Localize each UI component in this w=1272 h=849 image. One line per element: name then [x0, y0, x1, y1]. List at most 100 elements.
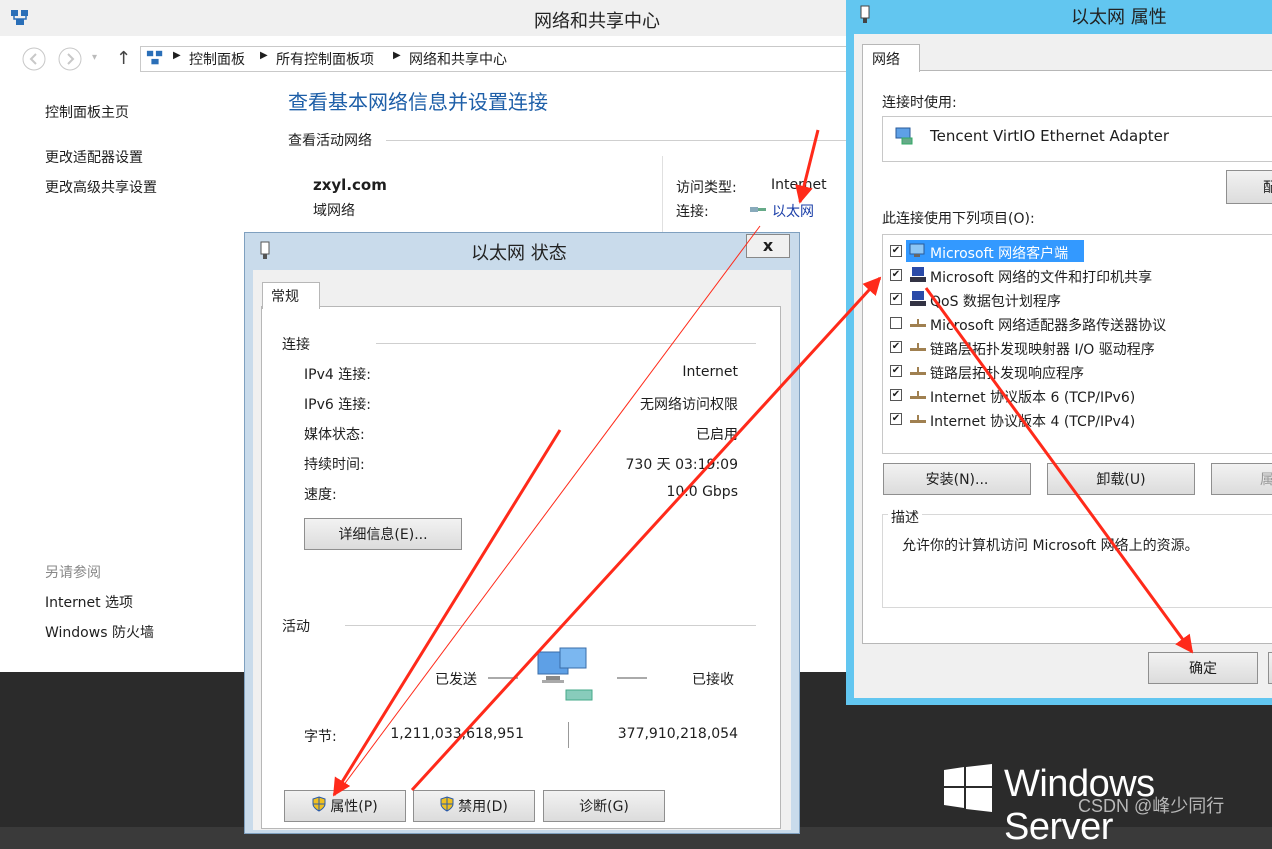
access-type-value: Internet [771, 177, 827, 193]
breadcrumb-all-items[interactable]: 所有控制面板项 [276, 49, 374, 69]
tab-network[interactable]: 网络 [862, 44, 920, 72]
item-lltd-mapper[interactable]: 链路层拓扑发现映射器 I/O 驱动程序 [930, 339, 1155, 359]
item-file-printer-sharing[interactable]: Microsoft 网络的文件和打印机共享 [930, 267, 1152, 287]
sidebar-control-panel-home[interactable]: 控制面板主页 [45, 102, 129, 122]
speed-value: 10.0 Gbps [666, 484, 738, 500]
status-tab-panel [261, 306, 781, 829]
protocol-icon [908, 316, 928, 334]
properties-dialog-title: 以太网 属性 [1071, 7, 1167, 28]
section-divider [345, 625, 756, 626]
item-checkbox[interactable]: ✔ [890, 341, 902, 353]
see-also-internet-options[interactable]: Internet 选项 [45, 592, 133, 612]
description-group [882, 514, 1272, 608]
page-heading: 查看基本网络信息并设置连接 [288, 90, 548, 114]
bytes-sent-value: 1,211,033,618,951 [390, 726, 524, 742]
connection-label: 连接: [676, 204, 709, 220]
description-label: 描述 [888, 507, 922, 527]
back-button[interactable] [22, 47, 46, 75]
breadcrumb-control-panel[interactable]: 控制面板 [189, 49, 245, 69]
sidebar-change-adapter-settings[interactable]: 更改适配器设置 [45, 147, 143, 167]
media-state-label: 媒体状态: [304, 427, 365, 443]
see-also-label: 另请参阅 [45, 565, 101, 581]
share-icon [908, 266, 928, 288]
details-button[interactable]: 详细信息(E)... [304, 518, 462, 550]
section-divider [386, 140, 846, 141]
ethernet-connection-link[interactable]: 以太网 [772, 201, 814, 221]
network-type: 域网络 [313, 203, 355, 219]
shield-icon [440, 796, 454, 816]
duration-label: 持续时间: [304, 457, 365, 473]
active-networks-label: 查看活动网络 [288, 133, 372, 149]
configure-button[interactable]: 配 [1226, 170, 1272, 204]
speed-label: 速度: [304, 487, 337, 503]
breadcrumb-separator-icon: ▶ [393, 50, 401, 61]
network-center-app-icon [10, 8, 30, 32]
ok-button[interactable]: 确定 [1148, 652, 1258, 684]
item-ms-client[interactable]: Microsoft 网络客户端 [930, 243, 1068, 263]
tab-general-label: 常规 [271, 289, 299, 305]
see-also-windows-firewall[interactable]: Windows 防火墙 [45, 622, 154, 642]
tab-network-label: 网络 [872, 52, 900, 68]
item-checkbox[interactable]: ✔ [890, 245, 902, 257]
item-checkbox[interactable]: ✔ [890, 365, 902, 377]
diagnose-button[interactable]: 诊断(G) [543, 790, 665, 822]
item-lltd-responder[interactable]: 链路层拓扑发现响应程序 [930, 363, 1084, 383]
item-properties-button[interactable]: 属 [1211, 463, 1272, 495]
media-state-value: 已启用 [696, 427, 738, 443]
network-activity-icon [536, 646, 598, 712]
breadcrumb-separator-icon: ▶ [173, 50, 181, 61]
bytes-received-value: 377,910,218,054 [617, 726, 738, 742]
ipv6-value: 无网络访问权限 [640, 397, 738, 413]
description-text: 允许你的计算机访问 Microsoft 网络上的资源。 [902, 538, 1199, 554]
network-center-title: 网络和共享中心 [534, 11, 660, 32]
section-divider [376, 343, 756, 344]
breadcrumb-network-center[interactable]: 网络和共享中心 [409, 49, 507, 69]
breadcrumb-separator-icon: ▶ [260, 50, 268, 61]
tab-general[interactable]: 常规 [262, 282, 320, 309]
bytes-label: 字节: [304, 729, 337, 745]
install-button[interactable]: 安装(N)... [883, 463, 1031, 495]
activity-section-label: 活动 [282, 619, 310, 635]
received-label: 已接收 [692, 672, 734, 688]
protocol-icon [908, 340, 928, 358]
item-checkbox[interactable]: ✔ [890, 389, 902, 401]
uninstall-button[interactable]: 卸载(U) [1047, 463, 1195, 495]
sidebar-change-advanced-sharing[interactable]: 更改高级共享设置 [45, 177, 157, 197]
shield-icon [312, 796, 326, 816]
item-checkbox[interactable]: ✔ [890, 269, 902, 281]
close-icon: x [762, 236, 774, 255]
column-divider [662, 156, 663, 236]
items-label: 此连接使用下列项目(O): [882, 211, 1035, 227]
status-dialog-title: 以太网 状态 [471, 243, 567, 264]
adapter-name: Tencent VirtIO Ethernet Adapter [930, 127, 1170, 145]
properties-dialog-app-icon [858, 4, 872, 28]
duration-value: 730 天 03:19:09 [625, 457, 739, 473]
item-multiplexor-protocol[interactable]: Microsoft 网络适配器多路传送器协议 [930, 315, 1166, 335]
item-qos-scheduler[interactable]: QoS 数据包计划程序 [930, 291, 1061, 311]
item-checkbox[interactable]: ✔ [890, 293, 902, 305]
network-adapter-icon [894, 124, 916, 150]
ipv4-value: Internet [682, 364, 738, 380]
network-center-titlebar [0, 0, 848, 36]
item-checkbox[interactable] [890, 317, 902, 329]
ethernet-connection-icon [748, 202, 768, 220]
bytes-divider [568, 722, 569, 748]
cancel-button[interactable] [1268, 652, 1272, 684]
windows-logo-icon [944, 764, 992, 816]
client-icon [908, 242, 928, 264]
connect-using-label: 连接时使用: [882, 95, 957, 111]
ipv4-label: IPv4 连接: [304, 367, 371, 383]
control-panel-icon [146, 49, 164, 71]
status-dialog-close-button[interactable]: x [746, 234, 790, 258]
item-checkbox[interactable]: ✔ [890, 413, 902, 425]
network-name: zxyl.com [313, 176, 387, 194]
up-arrow-icon[interactable]: ↑ [116, 48, 131, 69]
disable-button[interactable]: 禁用(D) [413, 790, 535, 822]
item-tcp-ipv6[interactable]: Internet 协议版本 6 (TCP/IPv6) [930, 387, 1135, 407]
item-tcp-ipv4[interactable]: Internet 协议版本 4 (TCP/IPv4) [930, 411, 1135, 431]
sent-label: 已发送 [435, 672, 477, 688]
access-type-label: 访问类型: [676, 180, 737, 196]
forward-button[interactable] [58, 47, 82, 75]
history-dropdown-icon[interactable]: ▾ [92, 52, 97, 63]
properties-button[interactable]: 属性(P) [284, 790, 406, 822]
